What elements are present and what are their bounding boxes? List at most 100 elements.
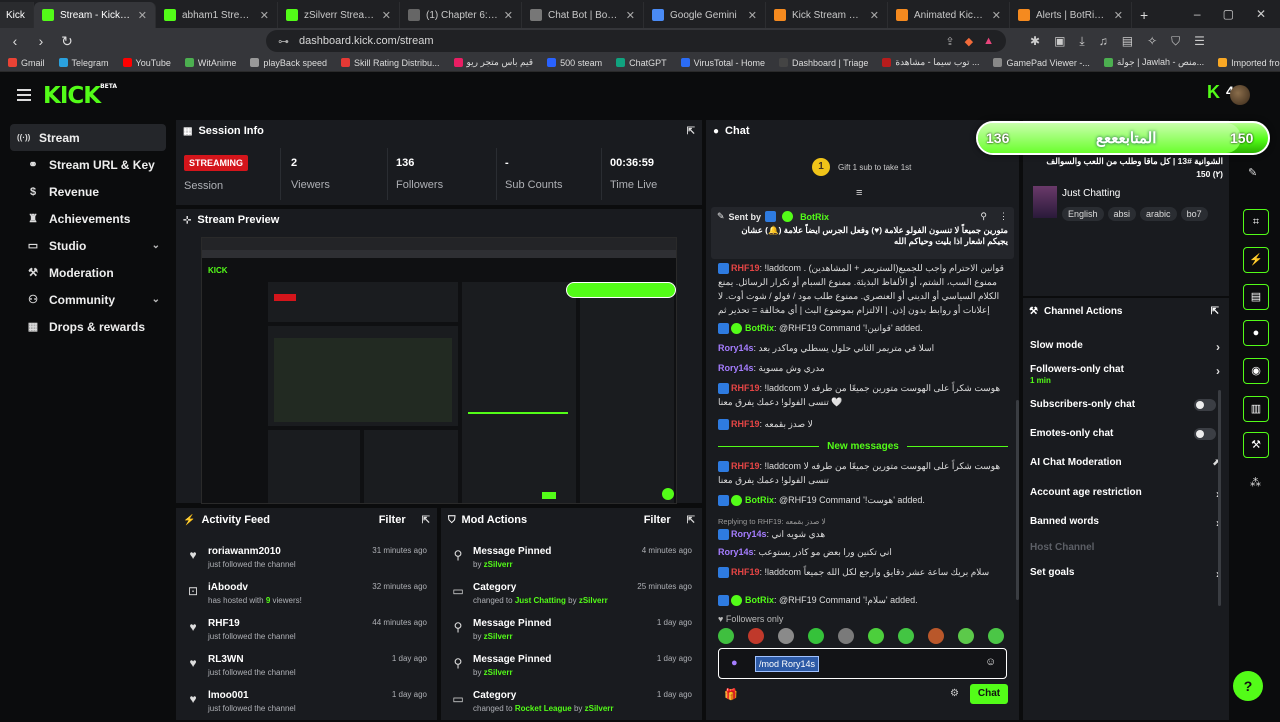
chat-username[interactable]: BotRix — [745, 323, 774, 333]
help-button[interactable]: ? — [1233, 671, 1263, 701]
stream-preview-video[interactable]: KICK — [201, 237, 677, 504]
bookmark-item[interactable]: ChatGPT — [616, 58, 667, 68]
chat-message[interactable]: RHF19: !laddcom هوست شكراً على الهوست مت… — [718, 382, 1008, 410]
kick-logo[interactable]: KICKBETA — [43, 83, 117, 109]
hamburger-menu-icon[interactable] — [17, 89, 31, 101]
chat-settings-gear-icon[interactable]: ⚙ — [950, 688, 959, 699]
chat-input[interactable]: ● /mod Rory14s ☺ — [718, 648, 1007, 679]
browser-tab[interactable]: abham1 Stream - Watch ✕ — [156, 2, 278, 28]
emote-icon[interactable] — [988, 628, 1004, 644]
microphone-icon[interactable]: ● — [731, 657, 738, 669]
browser-tab[interactable]: Animated Kick Alerts for ✕ — [888, 2, 1010, 28]
chat-username[interactable]: RHF19 — [731, 567, 760, 577]
url-field[interactable]: ⊶ dashboard.kick.com/stream ⇪ ◆ ▲ — [266, 30, 1006, 52]
mod-username[interactable]: zSilverr — [484, 668, 513, 677]
bookmark-item[interactable]: 500 steam — [547, 58, 602, 68]
sidebar-item-achievements[interactable]: ♜ Achievements — [10, 205, 166, 232]
activity-row[interactable]: ♥ RL3WN just followed the channel 1 day ago — [186, 650, 437, 686]
browser-tab[interactable]: Alerts | BotRix — Cloud S ✕ — [1010, 2, 1132, 28]
chat-message[interactable]: RHF19: !laddcom سلام بريك ساعة عشر دقايق… — [718, 566, 1008, 580]
tag-pill[interactable]: arabic — [1140, 207, 1177, 221]
popout-icon[interactable]: ⇱ — [1211, 306, 1219, 317]
tab-close-icon[interactable]: ✕ — [382, 9, 391, 22]
close-window-icon[interactable]: ✕ — [1256, 7, 1266, 21]
back-icon[interactable]: ‹ — [8, 33, 22, 49]
menu-icon[interactable]: ☰ — [1194, 34, 1205, 49]
emote-icon[interactable] — [868, 628, 884, 644]
channel-action-slow-mode[interactable]: Slow mode › — [1030, 340, 1220, 354]
tab-close-icon[interactable]: ✕ — [626, 9, 635, 22]
chevron-down-icon[interactable]: ⌄ — [999, 235, 1007, 246]
lightning-icon[interactable]: ⚡ — [1243, 247, 1269, 273]
emote-icon[interactable] — [928, 628, 944, 644]
popout-icon[interactable]: ⇱ — [687, 515, 695, 526]
emote-icon[interactable] — [748, 628, 764, 644]
bookmark-item[interactable]: Telegram — [58, 58, 109, 68]
bookmark-item[interactable]: playBack speed — [250, 58, 327, 68]
channel-action-followers-only-chat[interactable]: Followers-only chat 1 min › — [1030, 364, 1220, 385]
tag-pill[interactable]: bo7 — [1180, 207, 1208, 221]
chat-username[interactable]: Rory14s — [718, 363, 754, 373]
chat-message[interactable]: Rory14s: اني تكنين ورا بعض مو كادر يستوع… — [718, 546, 1008, 560]
browser-tab[interactable]: zSilverr Stream - Watch L ✕ — [278, 2, 400, 28]
sidebar-item-revenue[interactable]: $ Revenue — [10, 178, 166, 205]
chat-icon[interactable]: ● — [1243, 320, 1269, 346]
browser-tab[interactable]: Stream - Kick Dashbo ✕ — [34, 2, 156, 28]
sidebar-item-stream[interactable]: ((·)) Stream — [10, 124, 166, 151]
tab-close-icon[interactable]: ✕ — [748, 9, 757, 22]
brave-shield-icon[interactable]: ◆ — [965, 35, 973, 48]
share-icon[interactable]: ⇪ — [945, 35, 954, 48]
collapse-icon[interactable]: ≡ — [856, 187, 862, 199]
bookmark-item[interactable]: قيم باس متجر ريو — [453, 57, 533, 68]
emote-icon[interactable] — [808, 628, 824, 644]
bookmark-item[interactable]: VirusTotal - Home — [680, 58, 765, 68]
chat-username[interactable]: RHF19 — [731, 383, 760, 393]
chat-username[interactable]: BotRix — [745, 495, 774, 505]
bookmark-item[interactable]: GamePad Viewer -... — [993, 58, 1090, 68]
mod-username[interactable]: zSilverr — [484, 632, 513, 641]
chat-username[interactable]: BotRix — [745, 595, 774, 605]
tab-close-icon[interactable]: ✕ — [870, 9, 879, 22]
network-icon[interactable]: ⁂ — [1250, 476, 1261, 489]
browser-tab[interactable]: Chat Bot | BotRix — Clou ✕ — [522, 2, 644, 28]
bookmark-item[interactable]: Skill Rating Distribu... — [340, 58, 440, 68]
activity-username[interactable]: iAboodv — [208, 582, 248, 593]
maximize-icon[interactable]: ▢ — [1223, 7, 1234, 21]
tab-close-icon[interactable]: ✕ — [138, 9, 147, 22]
actions-scrollbar[interactable] — [1218, 390, 1221, 606]
rewards-icon[interactable]: ▲ — [983, 35, 994, 48]
tab-close-icon[interactable]: ✕ — [260, 9, 269, 22]
gift-box-icon[interactable]: 🎁 — [724, 688, 738, 701]
vpn-icon[interactable]: ⛉ — [1171, 34, 1180, 49]
chat-username[interactable]: Rory14s — [718, 343, 754, 353]
sidebar-item-community[interactable]: ⚇ Community ⌄ — [10, 286, 166, 313]
sidebar-item-drops-rewards[interactable]: ▦ Drops & rewards — [10, 313, 166, 340]
site-info-icon[interactable]: ⊶ — [278, 35, 289, 48]
chat-username[interactable]: RHF19 — [731, 419, 760, 429]
mod-category-name[interactable]: Rocket League — [515, 704, 572, 713]
chat-username[interactable]: Rory14s — [718, 547, 754, 557]
sidebar-item-studio[interactable]: ▭ Studio ⌄ — [10, 232, 166, 259]
chat-message[interactable]: BotRix: @RHF19 Command '!قوانين' added. — [718, 322, 1008, 336]
unpin-icon[interactable]: ⚲ — [980, 211, 987, 222]
browser-tab[interactable]: Google Gemini ✕ — [644, 2, 766, 28]
bookmark-item[interactable]: YouTube — [122, 58, 171, 68]
tab-close-icon[interactable]: ✕ — [504, 9, 513, 22]
mod-username[interactable]: zSilverr — [579, 596, 608, 605]
mod-filter-button[interactable]: Filter — [644, 514, 671, 526]
chat-message[interactable]: RHF19: لا صدز بقمعه — [718, 418, 1008, 432]
more-options-icon[interactable]: ⋮ — [999, 211, 1008, 222]
new-tab-button[interactable]: + — [1132, 2, 1156, 28]
bookmark-item[interactable]: توب سيما - مشاهدة ... — [882, 57, 979, 68]
wrench-icon[interactable]: ⚒ — [1243, 432, 1269, 458]
broadcast-icon[interactable]: ◉ — [1243, 358, 1269, 384]
kick-small-logo-icon[interactable]: K — [1207, 82, 1220, 103]
chat-username[interactable]: Rory14s — [731, 529, 767, 539]
chat-username[interactable]: RHF19 — [731, 263, 760, 273]
chat-message[interactable]: RHF19: !laddcom هوست شكراً على الهوست مت… — [718, 460, 1008, 488]
popout-icon[interactable]: ⇱ — [422, 515, 430, 526]
sidebar-item-moderation[interactable]: ⚒ Moderation — [10, 259, 166, 286]
channel-action-banned-words[interactable]: Banned words› — [1030, 516, 1220, 530]
send-chat-button[interactable]: Chat — [970, 684, 1008, 704]
activity-row[interactable]: ♥ lmoo001 just followed the channel 1 day a… — [186, 686, 437, 722]
